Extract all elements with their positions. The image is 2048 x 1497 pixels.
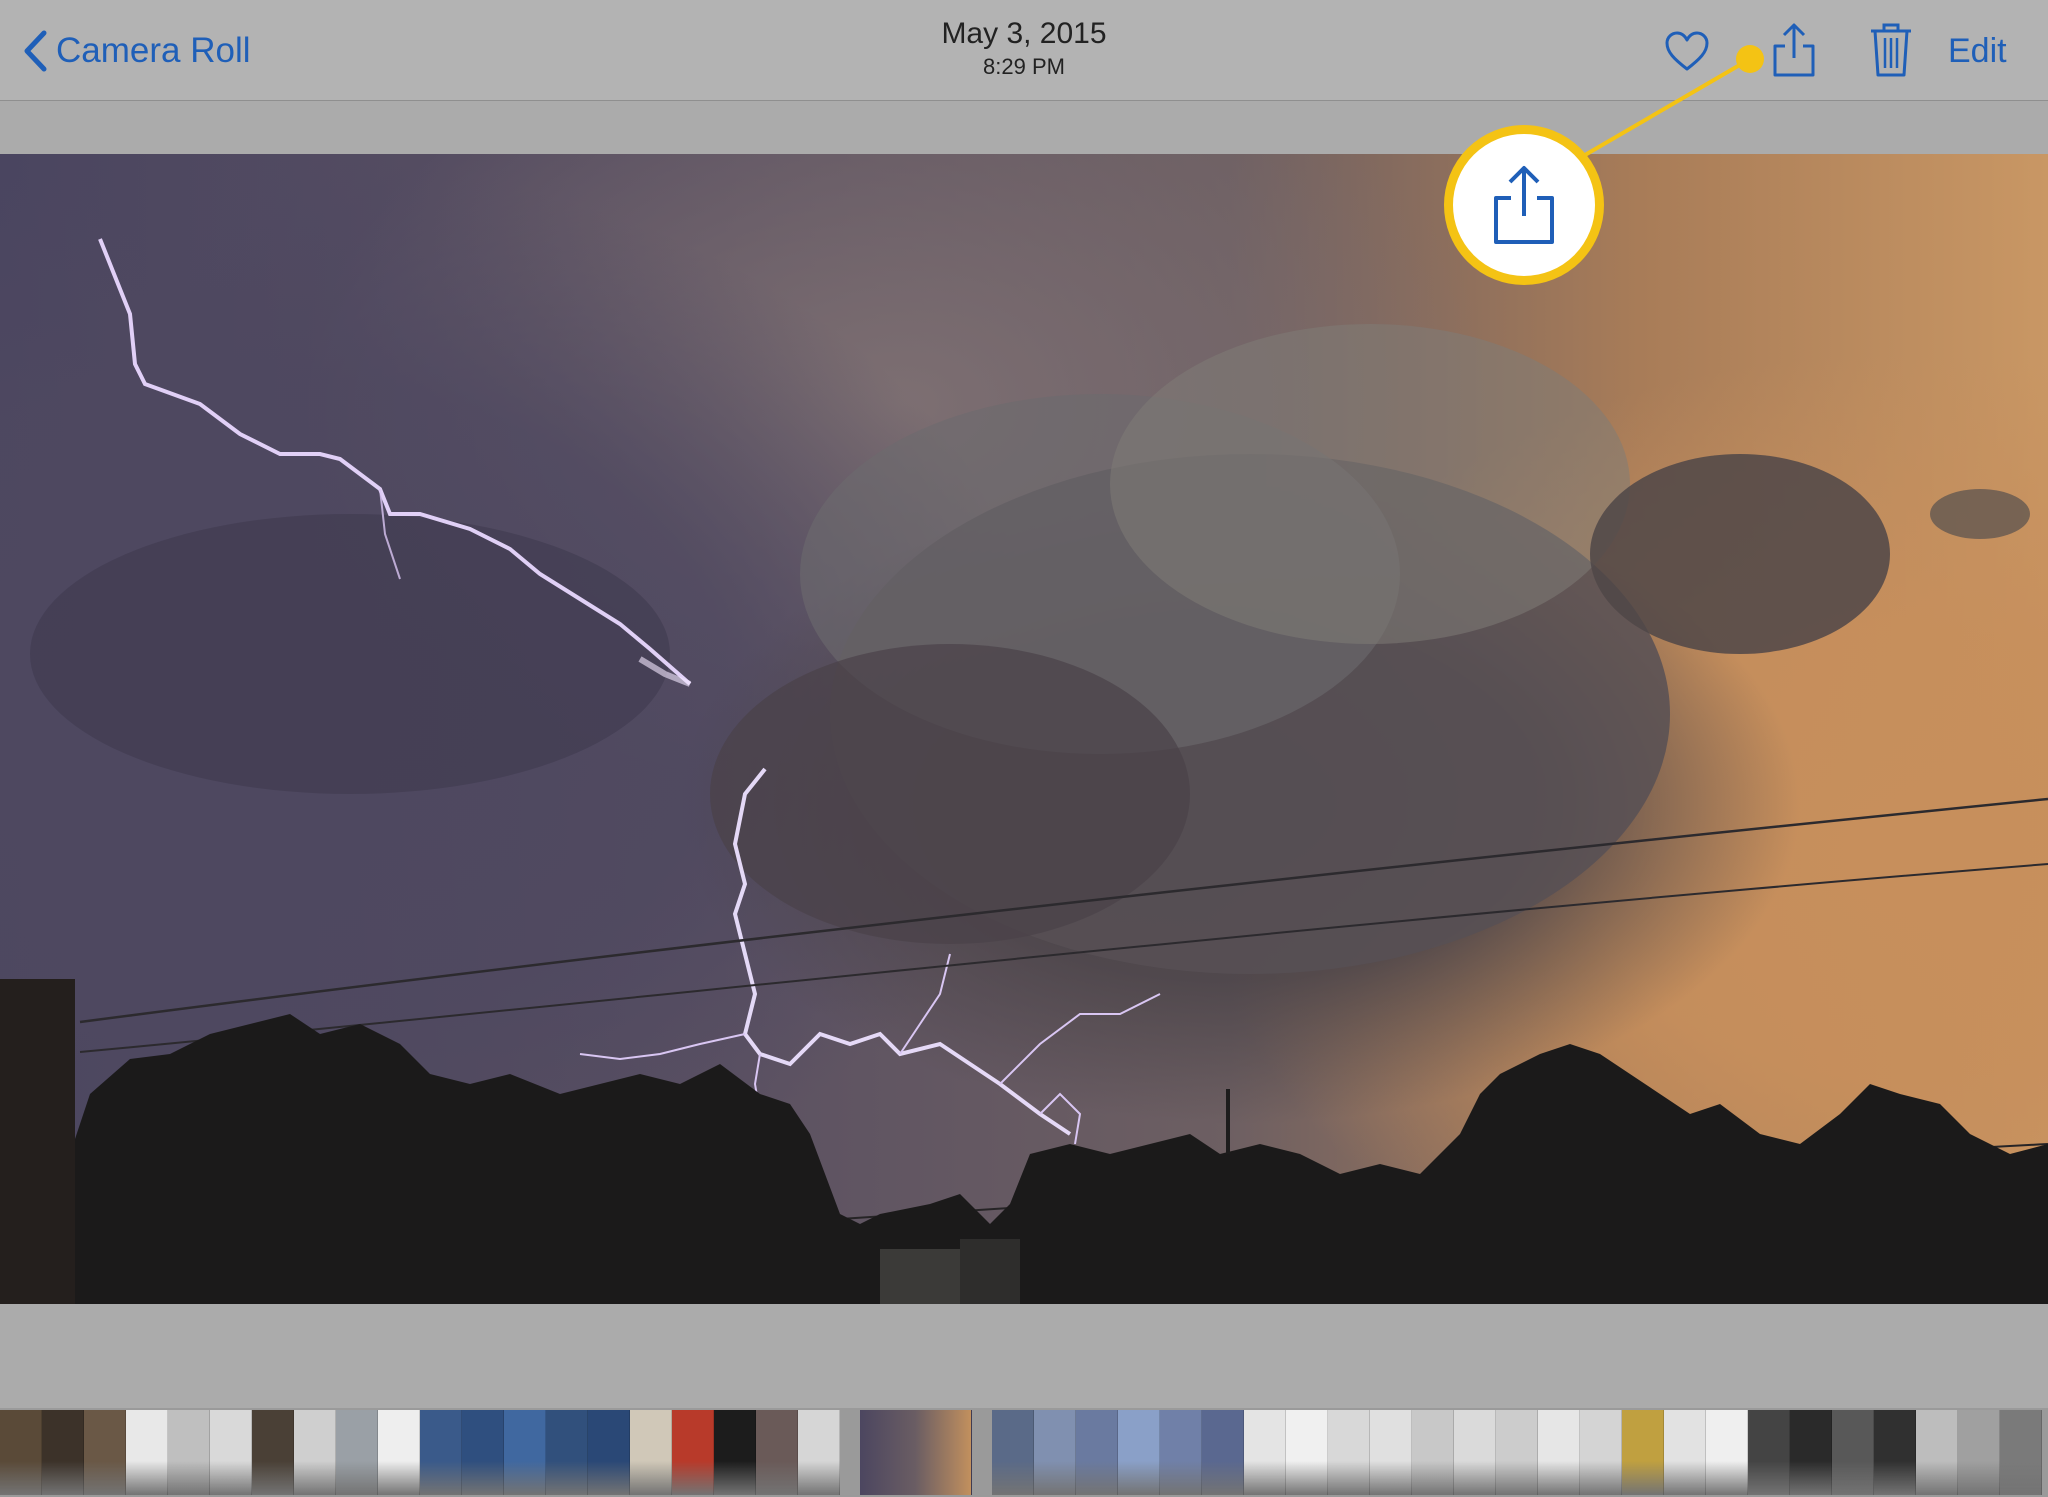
thumbnail[interactable] xyxy=(42,1410,84,1495)
thumbnail[interactable] xyxy=(588,1410,630,1495)
thumbnail[interactable] xyxy=(630,1410,672,1495)
thumbnail[interactable] xyxy=(126,1410,168,1495)
thumbnail-current[interactable] xyxy=(860,1410,972,1495)
thumbnail[interactable] xyxy=(336,1410,378,1495)
thumbnail[interactable] xyxy=(378,1410,420,1495)
thumbnail[interactable] xyxy=(1034,1410,1076,1495)
thumbnail[interactable] xyxy=(798,1410,840,1495)
thumbnail[interactable] xyxy=(1076,1410,1118,1495)
thumbnail[interactable] xyxy=(504,1410,546,1495)
thumbnail[interactable] xyxy=(1622,1410,1664,1495)
thumbnail[interactable] xyxy=(420,1410,462,1495)
thumbnail[interactable] xyxy=(1748,1410,1790,1495)
photo-image[interactable] xyxy=(0,154,2048,1304)
thumbnail[interactable] xyxy=(84,1410,126,1495)
thumbnail[interactable] xyxy=(1118,1410,1160,1495)
thumbnail[interactable] xyxy=(1580,1410,1622,1495)
callout-dot xyxy=(1736,45,1764,73)
thumbnail[interactable] xyxy=(0,1410,42,1495)
thumbnail[interactable] xyxy=(1916,1410,1958,1495)
thumbnail[interactable] xyxy=(1664,1410,1706,1495)
thumbnail[interactable] xyxy=(462,1410,504,1495)
thumbnail[interactable] xyxy=(1328,1410,1370,1495)
thumbnail[interactable] xyxy=(1496,1410,1538,1495)
thumbnail[interactable] xyxy=(992,1410,1034,1495)
share-icon xyxy=(1494,166,1554,244)
thumbnail[interactable] xyxy=(1874,1410,1916,1495)
photo-viewer-screen: Camera Roll May 3, 2015 8:29 PM Edit xyxy=(0,0,2048,1497)
thumbnail[interactable] xyxy=(1160,1410,1202,1495)
thumbnail[interactable] xyxy=(2000,1410,2042,1495)
thumbnail-strip[interactable] xyxy=(0,1408,2048,1497)
thumbnail[interactable] xyxy=(210,1410,252,1495)
thumbnail[interactable] xyxy=(756,1410,798,1495)
thumbnail[interactable] xyxy=(1202,1410,1244,1495)
thumbnail[interactable] xyxy=(252,1410,294,1495)
thumbnail[interactable] xyxy=(1370,1410,1412,1495)
thumbnail[interactable] xyxy=(1958,1410,2000,1495)
thumbnail[interactable] xyxy=(168,1410,210,1495)
thumbnail[interactable] xyxy=(1790,1410,1832,1495)
thumbnail[interactable] xyxy=(1244,1410,1286,1495)
share-callout-highlight xyxy=(1444,125,1604,285)
thumbnail[interactable] xyxy=(1286,1410,1328,1495)
thumbnail[interactable] xyxy=(1538,1410,1580,1495)
thumbnail[interactable] xyxy=(1454,1410,1496,1495)
thumbnail[interactable] xyxy=(1706,1410,1748,1495)
thumbnail[interactable] xyxy=(294,1410,336,1495)
thumbnail[interactable] xyxy=(546,1410,588,1495)
thumbnail[interactable] xyxy=(1832,1410,1874,1495)
thumbnail[interactable] xyxy=(1412,1410,1454,1495)
thumbnail[interactable] xyxy=(672,1410,714,1495)
thumbnail[interactable] xyxy=(714,1410,756,1495)
callout-connector-line xyxy=(1583,57,1752,157)
lightning-storm-scene xyxy=(0,238,2048,1304)
